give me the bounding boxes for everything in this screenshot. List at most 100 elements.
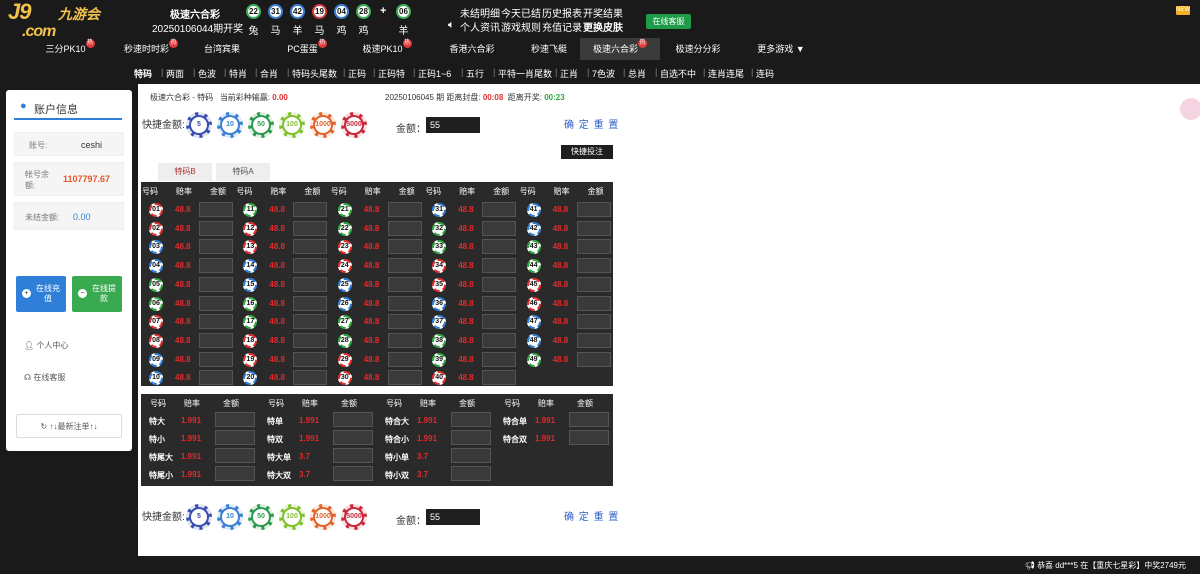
play-tab[interactable]: 7色波: [592, 67, 615, 80]
game-tab[interactable]: 极速PK10热: [346, 38, 428, 60]
game-tab[interactable]: 三分PK10热: [34, 38, 106, 60]
number-amount-input[interactable]: [293, 239, 328, 255]
twoside-amount-input[interactable]: [451, 448, 491, 463]
header-link[interactable]: 个人资讯: [460, 19, 500, 34]
chip-100[interactable]: 100: [279, 112, 305, 138]
chip-50[interactable]: 50: [248, 112, 274, 138]
number-amount-input[interactable]: [293, 220, 328, 236]
number-amount-input[interactable]: [199, 258, 233, 274]
speaker-icon[interactable]: 🔈︎: [448, 19, 455, 32]
confirm-button-bottom[interactable]: 确 定: [564, 512, 590, 523]
header-link[interactable]: 游戏规则: [501, 19, 541, 34]
number-amount-input[interactable]: [576, 295, 611, 311]
header-link[interactable]: 更换皮肤: [583, 19, 623, 34]
number-amount-input[interactable]: [387, 351, 422, 367]
number-amount-input[interactable]: [482, 314, 517, 330]
number-amount-input[interactable]: [293, 314, 328, 330]
game-tab[interactable]: 秒速时时彩热: [110, 38, 192, 60]
number-amount-input[interactable]: [482, 258, 517, 274]
number-amount-input[interactable]: [199, 295, 233, 311]
play-tab[interactable]: 连码: [756, 67, 774, 80]
amount-input-bottom[interactable]: 55: [426, 509, 480, 525]
play-tab[interactable]: 平特一肖尾数: [498, 67, 552, 80]
number-amount-input[interactable]: [387, 295, 422, 311]
number-amount-input[interactable]: [482, 220, 517, 236]
header-link[interactable]: 充值记录: [542, 19, 582, 34]
number-amount-input[interactable]: [482, 239, 517, 255]
chip-5[interactable]: 5: [186, 504, 212, 530]
twoside-amount-input[interactable]: [215, 466, 255, 481]
game-tab[interactable]: 台湾宾果: [190, 38, 254, 60]
play-tab[interactable]: 正码1~6: [418, 67, 451, 80]
twoside-amount-input[interactable]: [333, 466, 373, 481]
game-tab[interactable]: 香港六合彩: [430, 38, 514, 60]
number-amount-input[interactable]: [293, 295, 328, 311]
number-amount-input[interactable]: [387, 332, 422, 348]
number-amount-input[interactable]: [387, 314, 422, 330]
refresh-bets-button[interactable]: ↻ ↑↓最新注单↑↓: [16, 414, 122, 438]
logo[interactable]: J9 .com: [8, 1, 56, 42]
number-amount-input[interactable]: [387, 370, 422, 386]
play-tab[interactable]: 特肖: [229, 67, 247, 80]
reset-button[interactable]: 重 置: [594, 120, 620, 131]
play-tab[interactable]: 特码头尾数: [292, 67, 337, 80]
quick-bet-button[interactable]: 快捷投注: [561, 145, 613, 159]
number-amount-input[interactable]: [293, 276, 328, 292]
number-amount-input[interactable]: [387, 239, 422, 255]
header-link[interactable]: 历史报表: [542, 5, 582, 20]
number-amount-input[interactable]: [482, 370, 517, 386]
number-amount-input[interactable]: [293, 351, 328, 367]
number-amount-input[interactable]: [293, 258, 328, 274]
float-widget-icon[interactable]: [1180, 98, 1200, 120]
number-amount-input[interactable]: [199, 332, 233, 348]
play-tab[interactable]: 正码特: [378, 67, 405, 80]
twoside-amount-input[interactable]: [333, 412, 373, 427]
tab-te-b[interactable]: 特码B: [158, 163, 212, 181]
number-amount-input[interactable]: [482, 295, 517, 311]
twoside-amount-input[interactable]: [215, 412, 255, 427]
amount-input[interactable]: 55: [426, 117, 480, 133]
number-amount-input[interactable]: [482, 332, 517, 348]
game-tab[interactable]: 极速六合彩热: [580, 38, 660, 60]
number-amount-input[interactable]: [387, 276, 422, 292]
number-amount-input[interactable]: [199, 239, 233, 255]
number-amount-input[interactable]: [199, 276, 233, 292]
chip-5000[interactable]: 5000: [341, 504, 367, 530]
number-amount-input[interactable]: [576, 276, 611, 292]
play-tab[interactable]: 正肖: [560, 67, 578, 80]
withdraw-button[interactable]: − 在线提款: [72, 276, 122, 312]
twoside-amount-input[interactable]: [333, 448, 373, 463]
number-amount-input[interactable]: [482, 202, 517, 217]
play-tab[interactable]: 色波: [198, 67, 216, 80]
number-amount-input[interactable]: [387, 220, 422, 236]
chip-100[interactable]: 100: [279, 504, 305, 530]
number-amount-input[interactable]: [199, 220, 233, 236]
twoside-amount-input[interactable]: [333, 430, 373, 445]
play-tab[interactable]: 正码: [348, 67, 366, 80]
number-amount-input[interactable]: [293, 202, 328, 217]
twoside-amount-input[interactable]: [569, 430, 609, 445]
chip-10[interactable]: 10: [217, 504, 243, 530]
number-amount-input[interactable]: [576, 258, 611, 274]
online-service-button[interactable]: 在线客服: [646, 14, 691, 29]
game-tab[interactable]: 极速分分彩: [662, 38, 734, 60]
chip-50[interactable]: 50: [248, 504, 274, 530]
twoside-amount-input[interactable]: [569, 412, 609, 427]
header-link[interactable]: 今天已结: [501, 5, 541, 20]
header-link[interactable]: 未结明细: [460, 5, 500, 20]
number-amount-input[interactable]: [293, 332, 328, 348]
number-amount-input[interactable]: [293, 370, 328, 386]
chip-1000[interactable]: 1000: [310, 112, 336, 138]
chip-1000[interactable]: 1000: [310, 504, 336, 530]
number-amount-input[interactable]: [576, 239, 611, 255]
number-amount-input[interactable]: [576, 220, 611, 236]
online-service-link[interactable]: ☊ 在线客服: [24, 372, 65, 383]
twoside-amount-input[interactable]: [215, 430, 255, 445]
play-tab[interactable]: 连肖连尾: [708, 67, 744, 80]
number-amount-input[interactable]: [576, 351, 611, 367]
tab-te-a[interactable]: 特码A: [216, 163, 270, 181]
game-tab[interactable]: 更多游戏 ▼: [744, 38, 818, 60]
header-link[interactable]: 开奖结果: [583, 5, 623, 20]
number-amount-input[interactable]: [387, 258, 422, 274]
twoside-amount-input[interactable]: [451, 430, 491, 445]
